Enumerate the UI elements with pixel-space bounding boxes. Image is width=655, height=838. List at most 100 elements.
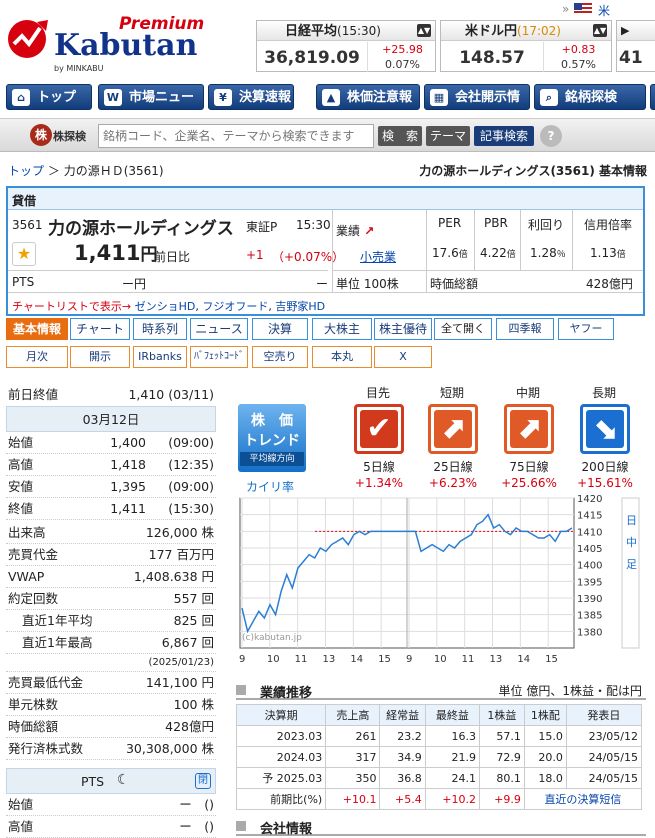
tab-shortsell[interactable]: 空売り — [252, 346, 308, 368]
tab-shareholders[interactable]: 大株主 — [312, 318, 372, 340]
x-tick-label: 15 — [545, 654, 558, 665]
trend-down-icon: ⬊ — [580, 404, 630, 454]
chart-list-link[interactable]: チャートリストで表示→ — [12, 300, 131, 313]
pbr-header: PBR — [484, 216, 508, 230]
trend-up-icon: ⬈ — [504, 404, 554, 454]
intraday-chart[interactable]: 1380138513901395140014051410141514209 10 1… — [236, 494, 640, 668]
nav-market-news[interactable]: W市場ニュース — [98, 84, 204, 131]
trend-up-icon: ✔ — [354, 404, 404, 454]
y-tick-label: 1395 — [577, 577, 602, 588]
theme-button[interactable]: テーマ — [426, 126, 470, 146]
tab-yahoo[interactable]: ヤフー — [558, 318, 614, 340]
results-cell: 23/05/12 — [565, 725, 643, 747]
trend-rate: +6.23% — [428, 476, 478, 490]
industry-link[interactable]: 小売業 — [360, 248, 396, 265]
kabutan-logo[interactable]: Premium Kabutan by MINKABU — [6, 10, 226, 76]
tab-buffett[interactable]: ﾊﾞﾌｪｯﾄｺｰﾄﾞ — [190, 346, 248, 368]
market-box-3[interactable]: ▶ 41 — [616, 20, 655, 72]
square-icon — [236, 685, 246, 695]
stock-code: 3561 — [12, 218, 43, 232]
page-title: 力の源ホールディングス(3561) 基本情報 — [419, 164, 647, 178]
pts-header: PTS ☾ 閉 — [6, 768, 216, 794]
pts-value: ー円 — [122, 277, 147, 291]
results-cell: 予 2025.03 — [235, 767, 327, 789]
trend-period: 長期 — [591, 386, 616, 400]
x-tick-label: 11 — [295, 654, 308, 665]
stat-row: 出来高 126,000 株 — [6, 522, 216, 544]
article-search-button[interactable]: 記事検索 — [474, 126, 534, 146]
stat-row: (2025/01/23) — [6, 654, 216, 672]
tab-disclosure[interactable]: 開示 — [70, 346, 130, 368]
market-time: (17:02) — [517, 24, 561, 38]
breadcrumb-top[interactable]: トップ — [8, 164, 44, 178]
search-logo-label: 株探検 — [53, 130, 86, 143]
related-link-fujio[interactable]: フジオフード — [202, 300, 268, 313]
latest-report-link[interactable]: 直近の決算短信 — [523, 788, 643, 810]
tab-timeseries[interactable]: 時系列 — [133, 318, 187, 340]
ratio-row: 前期比(%) +10.1 +5.4 +10.2 +9.9 直近の決算短信 — [235, 788, 643, 810]
breadcrumb-current: 力の源ＨＤ(3561) — [63, 164, 164, 178]
nav-more[interactable] — [650, 84, 655, 110]
y-tick-label: 1415 — [577, 511, 602, 522]
yield-header: 利回り — [528, 218, 565, 232]
tab-earnings[interactable]: 決算 — [252, 318, 308, 340]
trend-rate: +25.66% — [501, 476, 557, 490]
trend-up-icon: ⬈ — [428, 404, 478, 454]
nav-earnings[interactable]: ¥ 決算速報 — [208, 84, 294, 110]
nav-disclosure[interactable]: ▦会社開示情報 — [424, 84, 530, 131]
results-col-header: 発表日 — [565, 704, 643, 726]
stat-row: 時価総額 428億円 — [6, 716, 216, 738]
related-link-yoshinoya[interactable]: 吉野家HD — [275, 300, 325, 313]
usdjpy-box[interactable]: 米ドル円(17:02) ▲▼ 148.57 +0.83 0.57% — [440, 20, 612, 72]
per-value: 17.6倍 — [432, 246, 468, 260]
tab-open-all[interactable]: 全て開く — [434, 318, 492, 340]
news-icon: W — [104, 89, 122, 106]
ohlc-row: 安値 1,395 (09:00) — [6, 476, 216, 498]
tab-x[interactable]: X — [374, 346, 432, 368]
tab-benefits[interactable]: 株主優待 — [374, 318, 432, 340]
tab-monthly[interactable]: 月次 — [6, 346, 68, 368]
related-link-zensho[interactable]: ゼンショHD — [135, 300, 196, 313]
stat-row: 約定回数 557 回 — [6, 588, 216, 610]
us-stock-link[interactable]: » 米株 — [562, 2, 610, 35]
prev-label: 前日比 — [154, 250, 191, 264]
results-cell: 21.9 — [424, 746, 480, 768]
trend-line: 75日線 — [509, 460, 549, 474]
tab-shikiho[interactable]: 四季報 — [496, 318, 554, 340]
prev-close-row: 前日終値 1,410 (03/11) — [8, 387, 214, 402]
arrow-right-icon: ▶ — [621, 24, 630, 37]
tab-honmaru[interactable]: 本丸 — [312, 346, 372, 368]
chart-icon: ▲▼ — [593, 24, 607, 37]
x-tick-label: 14 — [517, 654, 530, 665]
tab-irbanks[interactable]: IRbanks — [133, 346, 187, 368]
market-value: 36,819.09 — [264, 48, 360, 68]
nikkei-box[interactable]: 日経平均(15:30) ▲▼ 36,819.09 +25.98 0.07% — [256, 20, 436, 72]
stat-row: 発行済株式数 30,308,000 株 — [6, 738, 216, 760]
tab-chart[interactable]: チャート — [70, 318, 130, 340]
search-button[interactable]: 検 索 — [378, 126, 422, 146]
ohlc-row: 終値 1,411 (15:30) — [6, 498, 216, 520]
per-header: PER — [438, 216, 462, 230]
close-pts-button[interactable]: 閉 — [195, 773, 211, 789]
favorite-star-icon[interactable]: ★ — [12, 242, 36, 266]
stat-row: 売買代金 177 百万円 — [6, 544, 216, 566]
square-icon — [236, 821, 246, 831]
warning-icon: ▲ — [322, 89, 340, 106]
nav-alert[interactable]: ▲ 株価注意報 — [316, 84, 420, 110]
search-input[interactable] — [98, 124, 374, 148]
nav-explore[interactable]: ⌕ 銘柄探検 — [534, 84, 646, 110]
stat-row: 直近1年最高 6,867 回 — [6, 632, 216, 654]
market-value: 41 — [619, 48, 643, 68]
help-icon[interactable]: ? — [540, 125, 562, 147]
logo-mark-icon — [8, 20, 48, 58]
y-tick-label: 1380 — [577, 627, 602, 638]
tab-basic[interactable]: 基本情報 — [6, 318, 68, 340]
stock-name: 力の源ホールディングス — [48, 219, 234, 239]
kabutan-search-logo-icon: 株 — [30, 124, 52, 146]
market-value: 148.57 — [459, 48, 525, 68]
nav-top[interactable]: ⌂ トップ — [6, 84, 92, 110]
tab-news[interactable]: ニュース — [190, 318, 248, 340]
pts-row: 始値ー () — [6, 794, 216, 816]
pts-dash: ー — [316, 277, 329, 291]
chart-watermark: (c)kabutan.jp — [242, 633, 302, 643]
